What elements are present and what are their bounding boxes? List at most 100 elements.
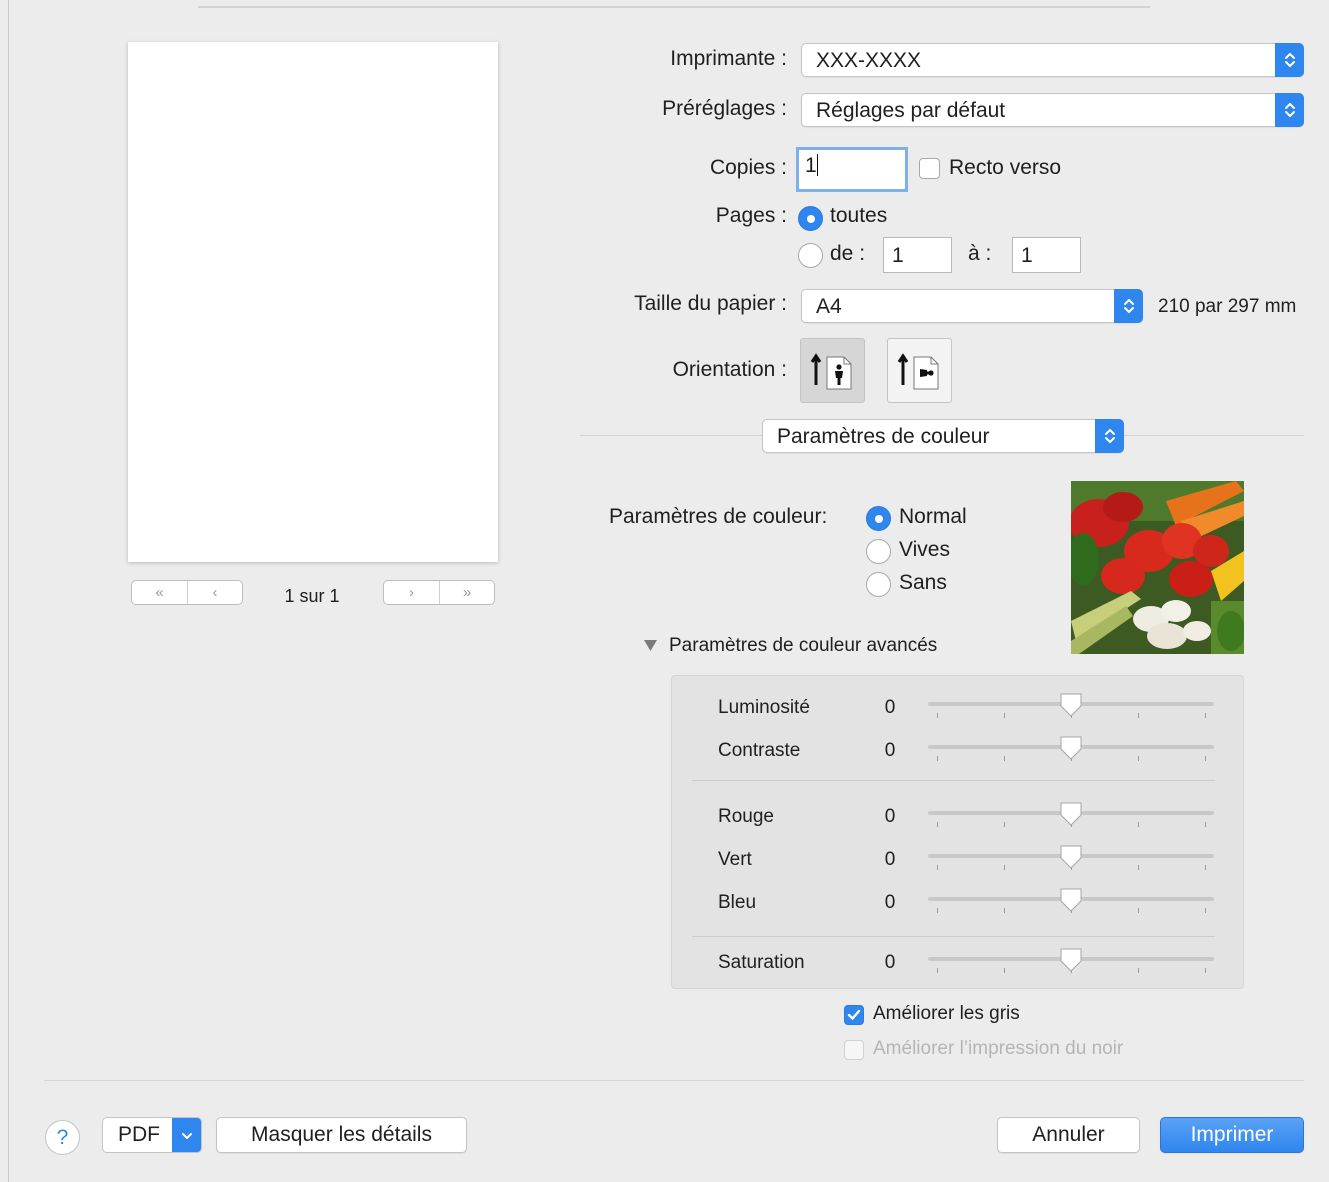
pages-from-label: de : xyxy=(830,242,866,265)
slider-tick xyxy=(1205,756,1206,761)
pages-all-radio[interactable] xyxy=(798,206,823,231)
slider-knob[interactable] xyxy=(1058,801,1084,827)
panel-select[interactable]: Paramètres de couleur xyxy=(762,419,1124,453)
next-page-button[interactable]: › xyxy=(384,581,439,604)
color-normal-label: Normal xyxy=(899,505,967,528)
copies-label: Copies : xyxy=(709,156,787,179)
landscape-orientation-icon xyxy=(897,352,938,389)
presets-select[interactable]: Réglages par défaut xyxy=(801,93,1304,127)
first-page-button[interactable]: « xyxy=(132,581,187,604)
presets-value: Réglages par défaut xyxy=(816,99,1006,122)
improve-grays-checkbox[interactable] xyxy=(844,1005,864,1025)
color-vivid-radio[interactable] xyxy=(866,539,891,564)
color-none-radio[interactable] xyxy=(866,572,891,597)
color-preview-image xyxy=(1071,481,1244,654)
slider-tick xyxy=(1004,713,1005,718)
page-preview xyxy=(128,42,498,562)
window-top-edge xyxy=(198,6,1150,8)
pages-all-label: toutes xyxy=(830,204,888,227)
duplex-checkbox[interactable] xyxy=(919,158,940,179)
brightness-slider[interactable] xyxy=(928,692,1214,722)
disclosure-triangle-icon[interactable] xyxy=(643,639,658,652)
hide-details-button[interactable]: Masquer les détails xyxy=(216,1117,467,1153)
green-slider[interactable] xyxy=(928,844,1214,874)
saturation-slider[interactable] xyxy=(928,947,1214,977)
last-page-button[interactable]: » xyxy=(439,581,494,604)
checkmark-icon xyxy=(847,1009,861,1020)
printer-value: XXX-XXXX xyxy=(816,49,922,72)
copies-input[interactable]: 1 xyxy=(796,147,908,192)
color-vivid-label: Vives xyxy=(899,538,950,561)
portrait-orientation-icon xyxy=(810,352,851,389)
brightness-value: 0 xyxy=(884,697,896,718)
green-label: Vert xyxy=(718,849,752,870)
slider-tick xyxy=(1004,968,1005,973)
pages-to-label: à : xyxy=(968,242,992,265)
pages-to-input[interactable]: 1 xyxy=(1012,237,1081,273)
slider-tick xyxy=(1138,756,1139,761)
red-value: 0 xyxy=(884,806,896,827)
printer-label: Imprimante : xyxy=(670,47,787,70)
contrast-slider[interactable] xyxy=(928,735,1214,765)
improve-grays-label: Améliorer les gris xyxy=(873,1003,1020,1024)
paper-size-label: Taille du papier : xyxy=(634,292,787,315)
blue-slider[interactable] xyxy=(928,887,1214,917)
panel-divider xyxy=(692,936,1215,937)
improve-black-checkbox xyxy=(844,1040,864,1060)
pdf-label: PDF xyxy=(118,1123,160,1146)
footer-divider xyxy=(44,1080,1304,1081)
paper-size-select[interactable]: A4 xyxy=(801,289,1143,323)
slider-tick xyxy=(937,822,938,827)
pages-from-input[interactable]: 1 xyxy=(883,237,952,273)
panel-select-value: Paramètres de couleur xyxy=(777,425,990,448)
slider-tick xyxy=(937,908,938,913)
slider-knob[interactable] xyxy=(1058,947,1084,973)
previous-page-button[interactable]: ‹ xyxy=(187,581,242,604)
slider-knob[interactable] xyxy=(1058,692,1084,718)
slider-tick xyxy=(1138,822,1139,827)
slider-tick xyxy=(1205,865,1206,870)
chevron-down-icon xyxy=(172,1118,201,1152)
landscape-button[interactable] xyxy=(887,338,952,403)
pager-forward-group: › » xyxy=(383,580,495,605)
help-button[interactable]: ? xyxy=(45,1120,80,1155)
red-slider[interactable] xyxy=(928,801,1214,831)
print-button[interactable]: Imprimer xyxy=(1160,1117,1304,1153)
copies-value: 1 xyxy=(805,154,817,177)
window-border xyxy=(8,0,9,1182)
cancel-button[interactable]: Annuler xyxy=(997,1117,1140,1153)
slider-tick xyxy=(937,713,938,718)
slider-tick xyxy=(1138,713,1139,718)
pages-label: Pages : xyxy=(715,204,787,227)
brightness-label: Luminosité xyxy=(718,697,810,718)
updown-chevron-icon xyxy=(1114,289,1143,323)
slider-tick xyxy=(937,968,938,973)
contrast-label: Contraste xyxy=(718,740,801,761)
panel-divider xyxy=(692,780,1215,781)
slider-knob[interactable] xyxy=(1058,735,1084,761)
pager-back-group: « ‹ xyxy=(131,580,243,605)
paper-size-value: A4 xyxy=(816,295,842,318)
blue-value: 0 xyxy=(884,892,896,913)
slider-tick xyxy=(1004,756,1005,761)
duplex-label: Recto verso xyxy=(949,156,1062,179)
slider-knob[interactable] xyxy=(1058,844,1084,870)
red-label: Rouge xyxy=(718,806,774,827)
slider-tick xyxy=(937,865,938,870)
color-none-label: Sans xyxy=(899,571,947,594)
slider-tick xyxy=(1138,865,1139,870)
slider-tick xyxy=(1004,908,1005,913)
slider-knob[interactable] xyxy=(1058,887,1084,913)
page-indicator: 1 sur 1 xyxy=(284,586,340,606)
updown-chevron-icon xyxy=(1095,419,1124,453)
advanced-toggle-label[interactable]: Paramètres de couleur avancés xyxy=(669,635,937,657)
pdf-menu-button[interactable]: PDF xyxy=(102,1117,202,1153)
color-normal-radio[interactable] xyxy=(866,506,891,531)
slider-tick xyxy=(1138,968,1139,973)
portrait-button[interactable] xyxy=(800,338,865,403)
green-value: 0 xyxy=(884,849,896,870)
saturation-value: 0 xyxy=(884,952,896,973)
orientation-label: Orientation : xyxy=(672,358,787,381)
printer-select[interactable]: XXX-XXXX xyxy=(801,43,1304,77)
pages-range-radio[interactable] xyxy=(798,243,823,268)
